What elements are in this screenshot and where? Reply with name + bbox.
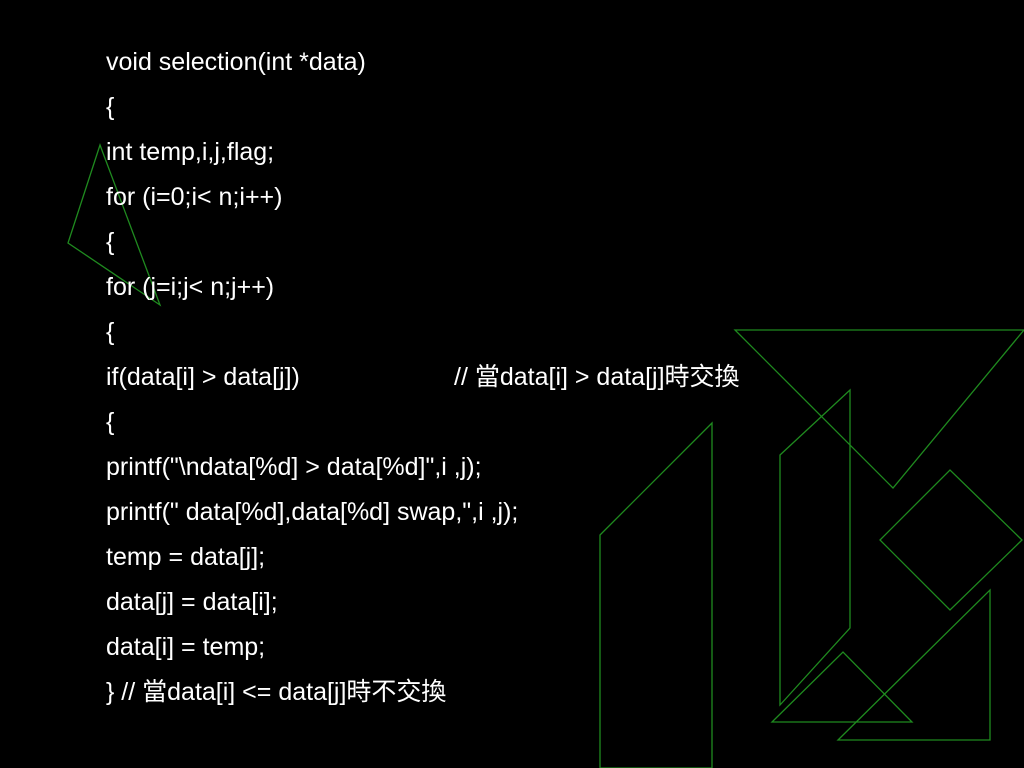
code-line: void selection(int *data) (106, 48, 366, 76)
code-line: { (106, 408, 115, 436)
code-line: printf("\ndata[%d] > data[%d]",i ,j); (106, 453, 482, 481)
code-line-with-comment: if(data[i] > data[j]) // 當data[i] > data[… (106, 355, 740, 400)
code-line: { (106, 318, 115, 346)
code-line: for (i=0;i< n;i++) (106, 183, 283, 211)
code-line: } // 當data[i] <= data[j]時不交換 (106, 678, 447, 706)
code-line: data[i] = temp; (106, 633, 266, 661)
code-block: void selection(int *data) { int temp,i,j… (106, 40, 740, 715)
code-line: temp = data[j]; (106, 543, 266, 571)
large-triangle-shape (733, 329, 1024, 489)
right-triangle-shape (836, 588, 991, 741)
code-line: printf(" data[%d],data[%d] swap,",i ,j); (106, 498, 519, 526)
code-line: int temp,i,j,flag; (106, 138, 275, 166)
inline-comment: // 當data[i] > data[j]時交換 (454, 363, 740, 391)
code-line: for (j=i;j< n;j++) (106, 273, 275, 301)
slide: void selection(int *data) { int temp,i,j… (0, 0, 1024, 768)
diamond-shape (879, 469, 1023, 611)
code-line: { (106, 228, 115, 256)
code-line: data[j] = data[i]; (106, 588, 278, 616)
code-line: { (106, 93, 115, 121)
left-panel-shape (599, 421, 713, 768)
code-statement: if(data[i] > data[j]) (106, 363, 300, 391)
tall-parallelogram-shape (779, 388, 851, 707)
